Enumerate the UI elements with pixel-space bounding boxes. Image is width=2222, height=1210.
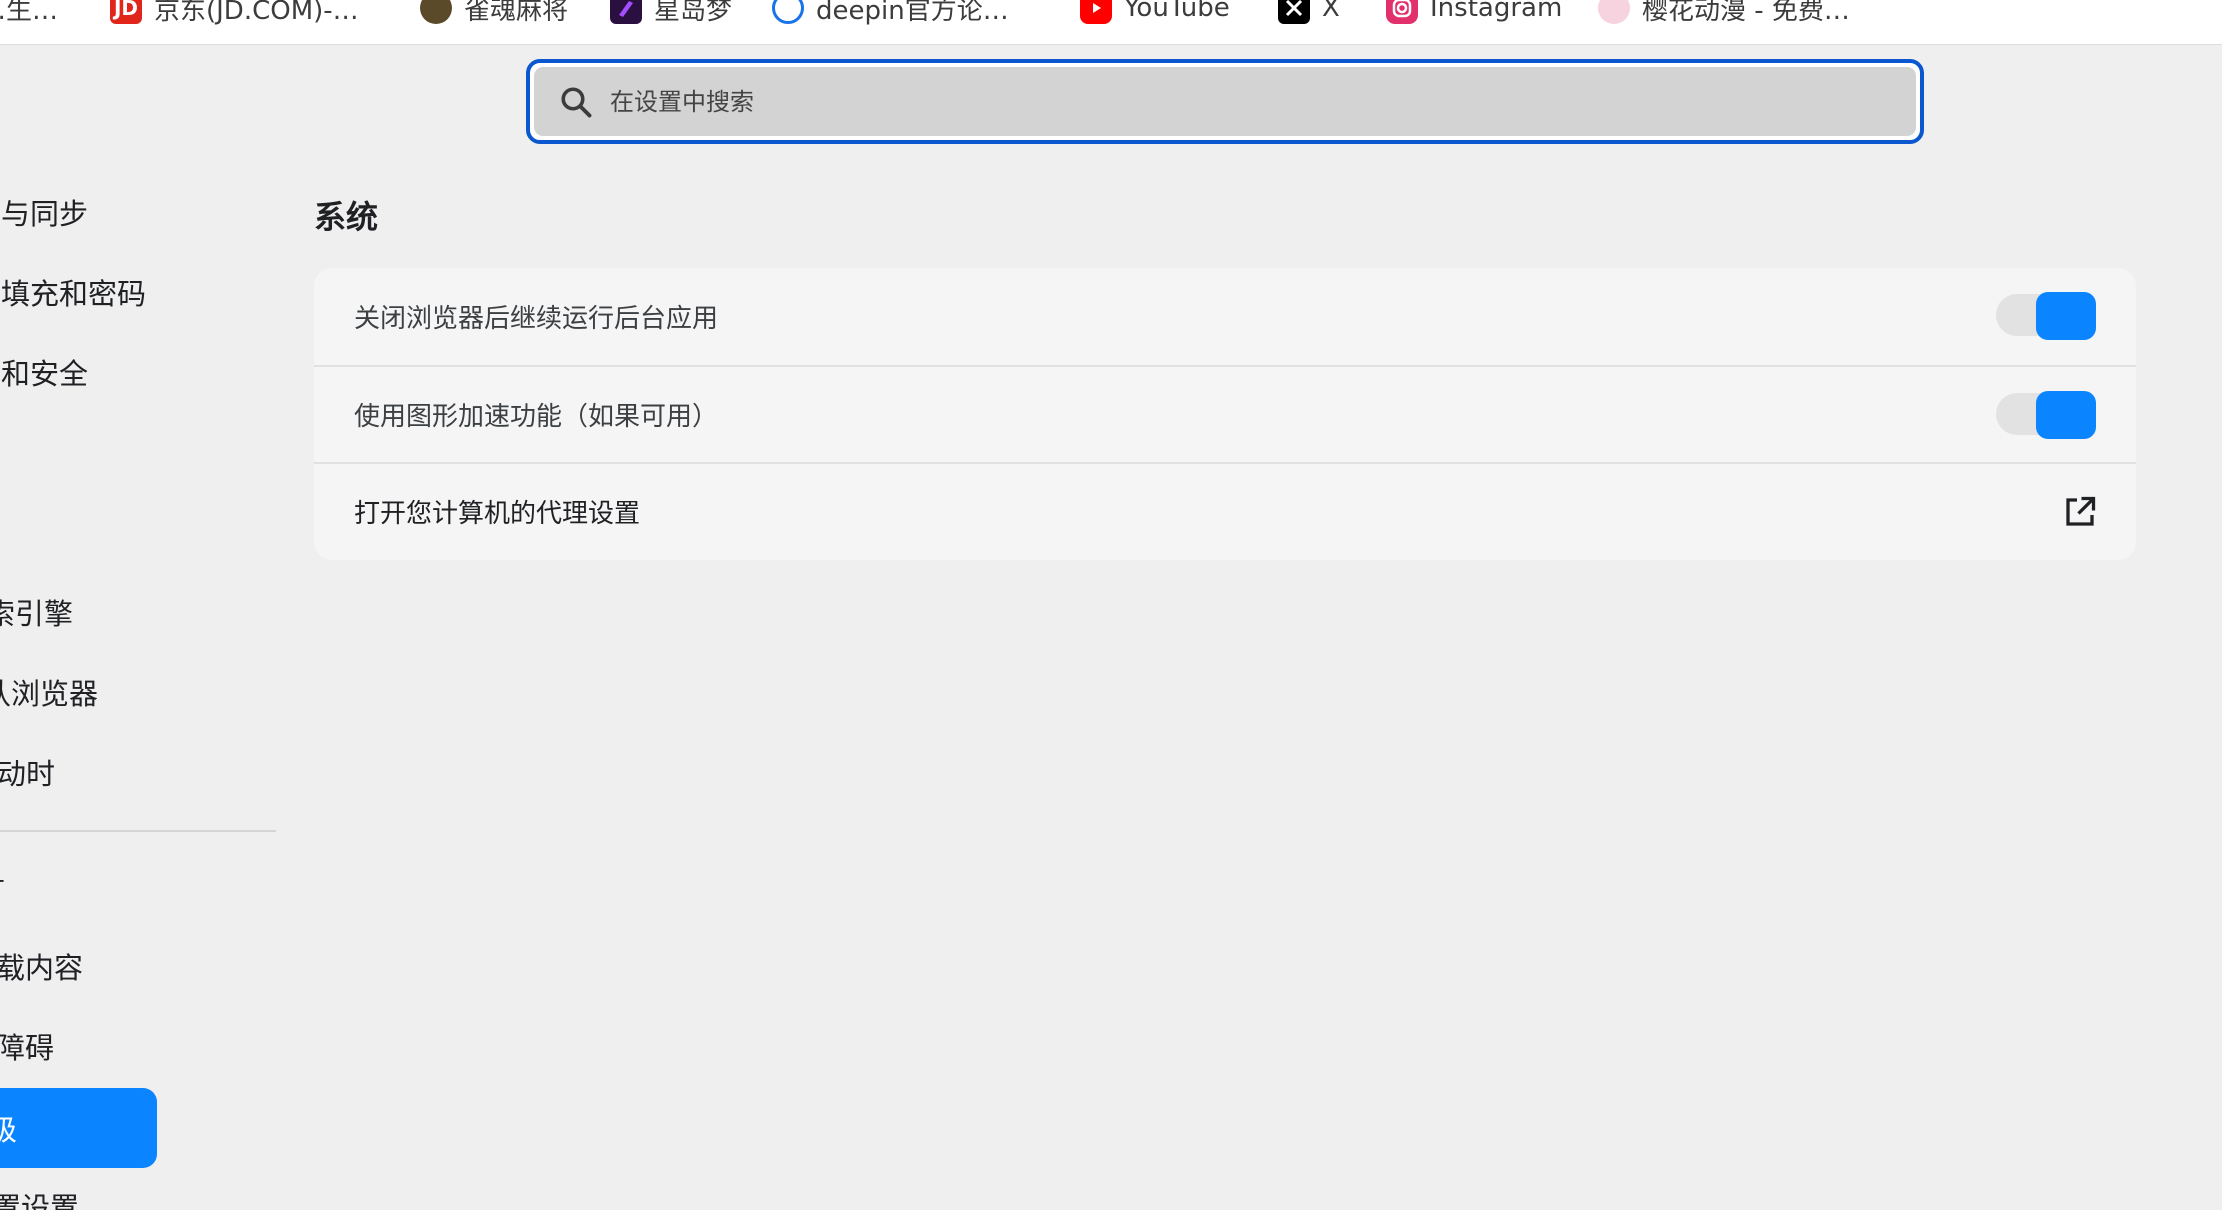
toggle-knob [2036,292,2096,340]
instagram-logo-icon [1386,0,1418,24]
bookmark-item-jd[interactable]: JD 京东(JD.COM)-… [110,0,359,28]
hardware-acceleration-toggle[interactable] [1996,391,2096,439]
search-input[interactable] [610,87,1810,116]
sidebar-item-account-sync[interactable]: 号与同步 [0,182,272,242]
bookmark-label: X [1322,0,1340,23]
sidebar-item-label: 号与同步 [0,197,89,231]
sidebar-item-default-browser[interactable]: 认浏览器 [0,662,282,722]
system-settings-card: 关闭浏览器后继续运行后台应用 使用图形加速功能（如果可用） 打开您计算机的代理设… [314,268,2136,560]
sidebar-item-label: 障碍 [0,1031,55,1065]
jd-logo-icon: JD [110,0,142,24]
setting-row-proxy-settings[interactable]: 打开您计算机的代理设置 [314,462,2136,559]
bookmark-label: 樱花动漫 - 免费… [1642,0,1850,26]
background-apps-toggle[interactable] [1996,292,2096,340]
settings-search[interactable] [526,59,1924,144]
sidebar-item-downloads[interactable]: 载内容 [0,936,296,996]
x-logo-icon [1278,0,1310,24]
sidebar-item-label: 动时 [0,757,56,791]
section-title: 系统 [314,198,379,236]
youtube-logo-icon [1080,0,1112,24]
sidebar-item-label: 载内容 [0,951,84,985]
bookmark-label: 京东(JD.COM)-… [154,0,359,26]
bookmark-item-instagram[interactable]: Instagram [1386,0,1562,28]
bookmark-label: 雀魂麻将 [464,0,569,26]
bookmark-item-deepin[interactable]: deepin官方论… [772,0,1009,28]
sidebar-item-label: 级 [0,1113,18,1147]
sidebar-item-accessibility[interactable]: 障碍 [0,1016,296,1076]
setting-row-background-apps[interactable]: 关闭浏览器后继续运行后台应用 [314,268,2136,365]
sidebar-item-languages[interactable]: 言 [0,858,276,918]
sidebar-item-on-startup[interactable]: 动时 [0,742,297,802]
sidebar-item-appearance[interactable]: 观 [0,502,264,562]
sidebar-item-label: 动填充和密码 [0,277,147,311]
settings-page: …生… JD 京东(JD.COM)-… 雀魂麻将 星岛梦 deepin官方论… … [0,0,2222,1210]
sidebar-item-autofill-passwords[interactable]: 动填充和密码 [0,262,272,322]
open-in-new-icon[interactable] [2062,494,2098,530]
bookmark-item[interactable]: …生… [0,0,58,28]
bookmarks-bar: …生… JD 京东(JD.COM)-… 雀魂麻将 星岛梦 deepin官方论… … [0,0,2222,45]
bookmark-item-star-dream[interactable]: 星岛梦 [610,0,732,28]
sidebar-item-reset-settings[interactable]: 置设置 [0,1176,292,1210]
bookmark-item-mahjong-soul[interactable]: 雀魂麻将 [420,0,568,28]
sidebar-item-privacy-security[interactable]: 私和安全 [0,342,272,402]
sidebar-item-label: 言 [0,867,5,909]
search-field[interactable] [534,67,1916,136]
sidebar-item-label: 私和安全 [0,357,89,391]
bookmark-item-sakura[interactable]: 樱花动漫 - 免费… [1598,0,1850,28]
bookmark-item-x[interactable]: X [1278,0,1340,28]
sidebar-item-label: 索引擎 [0,597,74,631]
sidebar-item-system-active[interactable]: 级 [0,1088,157,1168]
setting-row-hardware-acceleration[interactable]: 使用图形加速功能（如果可用） [314,365,2136,462]
sidebar-item-label: 置设置 [0,1191,80,1210]
sidebar-item-search-engine[interactable]: 索引擎 [0,582,286,642]
star-dream-icon [610,0,642,24]
sakura-icon [1598,0,1630,24]
toggle-knob [2036,391,2096,439]
setting-label: 使用图形加速功能（如果可用） [354,402,719,432]
sidebar-divider [0,830,276,832]
setting-label: 关闭浏览器后继续运行后台应用 [354,304,719,334]
search-icon [561,86,592,117]
bookmark-label: 星岛梦 [654,0,733,26]
deepin-logo-icon [772,0,804,24]
bookmark-label: YouTube [1124,0,1230,23]
mahjong-soul-icon [420,0,452,24]
sidebar-item-label: 认浏览器 [0,677,99,711]
bookmark-label: …生… [0,0,59,26]
setting-label: 打开您计算机的代理设置 [354,499,641,529]
bookmark-label: deepin官方论… [816,0,1009,26]
bookmark-item-youtube[interactable]: YouTube [1080,0,1230,28]
bookmark-label: Instagram [1430,0,1563,23]
sidebar-item-performance[interactable]: 能 [0,422,264,482]
